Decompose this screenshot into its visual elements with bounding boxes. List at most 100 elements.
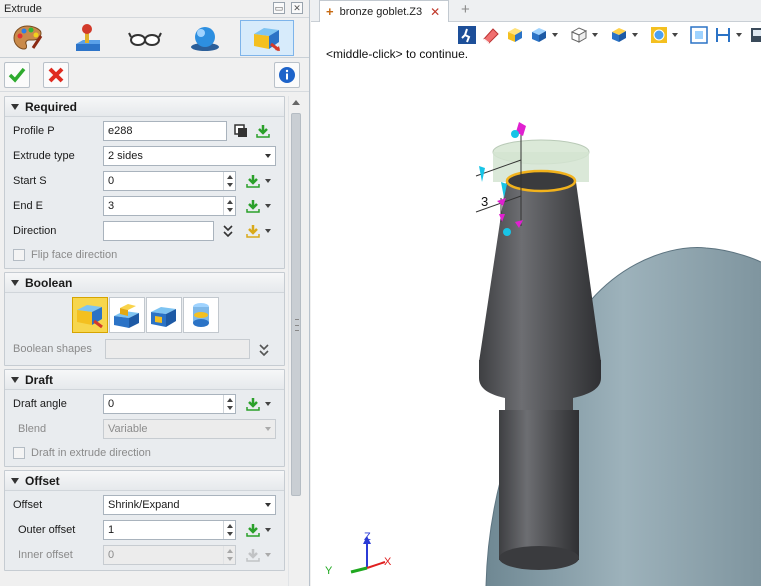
draft-angle-label: Draft angle — [13, 398, 67, 410]
pick-outer-offset-button[interactable] — [245, 522, 261, 538]
boolean-base-button[interactable] — [72, 297, 108, 333]
close-panel-button[interactable]: ✕ — [291, 2, 303, 14]
blend-label: Blend — [18, 423, 47, 435]
color-box-icon[interactable] — [609, 25, 629, 45]
boolean-remove-button[interactable] — [146, 297, 182, 333]
color-dropdown-icon[interactable] — [632, 33, 638, 37]
direction-options-icon[interactable] — [265, 229, 271, 233]
spinner-icon[interactable] — [223, 172, 235, 190]
new-tab-button[interactable]: + — [461, 1, 470, 18]
spinner-icon[interactable] — [223, 521, 235, 539]
base-icon — [77, 305, 103, 329]
render-dropdown-icon[interactable] — [672, 33, 678, 37]
offset-section: Offset Offset Shrink/Expand Outer offset… — [4, 470, 285, 571]
measure-dropdown-icon[interactable] — [736, 33, 742, 37]
collapse-icon — [11, 377, 19, 383]
flip-row: Flip face direction — [5, 244, 284, 266]
document-tab[interactable]: + bronze goblet.Z3 ✕ — [319, 0, 449, 22]
boolean-add-button[interactable] — [109, 297, 145, 333]
extrude-type-select[interactable]: 2 sides — [103, 146, 276, 166]
pick-start-button[interactable] — [245, 173, 261, 189]
required-section-header[interactable]: Required — [5, 97, 284, 117]
outer-offset-options-icon[interactable] — [265, 528, 271, 532]
blend-select: Variable — [103, 419, 276, 439]
direction-expand-button[interactable] — [220, 223, 236, 239]
scroll-up-icon[interactable] — [292, 100, 300, 105]
palette-tool-button[interactable] — [0, 20, 54, 56]
wireframe-box-icon[interactable] — [569, 25, 589, 45]
inner-offset-value: 0 — [108, 549, 115, 561]
box-view-icon[interactable] — [529, 25, 549, 45]
cyan-handle-top[interactable] — [511, 130, 519, 138]
ok-button[interactable] — [4, 62, 30, 88]
offset-section-header[interactable]: Offset — [5, 471, 284, 491]
shaded-box-icon[interactable] — [505, 25, 525, 45]
pick-direction-button[interactable] — [245, 223, 261, 239]
close-tab-button[interactable]: ✕ — [430, 5, 440, 19]
joystick-tool-button[interactable] — [60, 20, 114, 56]
fit-view-icon[interactable] — [689, 25, 709, 45]
scene-canvas[interactable]: 3 Z X Y — [311, 0, 761, 586]
measure-icon[interactable] — [713, 25, 733, 45]
dimension-label[interactable]: 3 — [481, 194, 488, 209]
start-options-icon[interactable] — [265, 179, 271, 183]
inner-offset-options-icon — [265, 553, 271, 557]
end-field[interactable]: 3 — [103, 196, 236, 216]
extrude-tool-button[interactable] — [240, 20, 294, 56]
draft-options-icon[interactable] — [265, 402, 271, 406]
3d-viewport[interactable]: 3 Z X Y + bronze goblet.Z3 ✕ + <middle-c… — [311, 0, 761, 586]
double-chevron-down-icon — [223, 225, 233, 238]
spinner-icon[interactable] — [223, 395, 235, 413]
status-hint: <middle-click> to continue. — [326, 47, 469, 61]
pin-panel-button[interactable]: ▭ — [273, 2, 285, 14]
walk-icon[interactable] — [457, 25, 477, 45]
direction-field[interactable] — [103, 221, 214, 241]
section-title: Required — [25, 100, 78, 114]
help-button[interactable] — [274, 62, 300, 88]
required-section: Required Profile P e288 Extrude type 2 s… — [4, 96, 285, 269]
pick-draft-button[interactable] — [245, 396, 261, 412]
sphere-tool-button[interactable] — [178, 20, 232, 56]
spinner-icon[interactable] — [223, 197, 235, 215]
scroll-thumb[interactable] — [291, 113, 301, 496]
start-field[interactable]: 0 — [103, 171, 236, 191]
boolean-shapes-expand-button[interactable] — [256, 342, 272, 358]
selected-profile-circle[interactable] — [505, 169, 577, 193]
outer-offset-field[interactable]: 1 — [103, 520, 236, 540]
offset-type-value: Shrink/Expand — [108, 499, 180, 511]
cyan-handle-base[interactable] — [503, 228, 511, 236]
end-options-icon[interactable] — [265, 204, 271, 208]
panel-scrollbar[interactable] — [288, 96, 302, 586]
cancel-button[interactable] — [43, 62, 69, 88]
eraser-icon[interactable] — [481, 25, 501, 45]
green-arrow-icon — [246, 175, 260, 188]
stem-bottom — [499, 546, 579, 570]
blend-value: Variable — [108, 423, 148, 435]
pick-profile-button[interactable] — [255, 123, 271, 139]
profile-row: Profile P e288 — [5, 119, 284, 144]
cyan-arrow-handle[interactable] — [479, 166, 485, 182]
pin-icon: + — [326, 4, 334, 19]
profile-field[interactable]: e288 — [103, 121, 227, 141]
render-icon[interactable] — [649, 25, 669, 45]
draft-section-header[interactable]: Draft — [5, 370, 284, 390]
boolean-section-header[interactable]: Boolean — [5, 273, 284, 293]
intersect-icon — [193, 303, 209, 327]
direction-label: Direction — [13, 225, 57, 237]
select-profile-button[interactable] — [233, 123, 249, 139]
flip-checkbox[interactable] — [13, 249, 25, 261]
boolean-intersect-button[interactable] — [183, 297, 219, 333]
more-tools-icon[interactable] — [749, 25, 761, 45]
grip-icon — [295, 319, 299, 331]
end-value: 3 — [108, 200, 115, 212]
offset-type-select[interactable]: Shrink/Expand — [103, 495, 276, 515]
display-dropdown-icon[interactable] — [592, 33, 598, 37]
view-dropdown-icon[interactable] — [552, 33, 558, 37]
collapse-icon — [11, 104, 19, 110]
draft-dir-row: Draft in extrude direction — [5, 442, 284, 464]
draft-angle-field[interactable]: 0 — [103, 394, 236, 414]
glasses-tool-button[interactable] — [118, 20, 172, 56]
pick-end-button[interactable] — [245, 198, 261, 214]
tapered-cone — [479, 182, 601, 362]
draft-dir-checkbox[interactable] — [13, 447, 25, 459]
